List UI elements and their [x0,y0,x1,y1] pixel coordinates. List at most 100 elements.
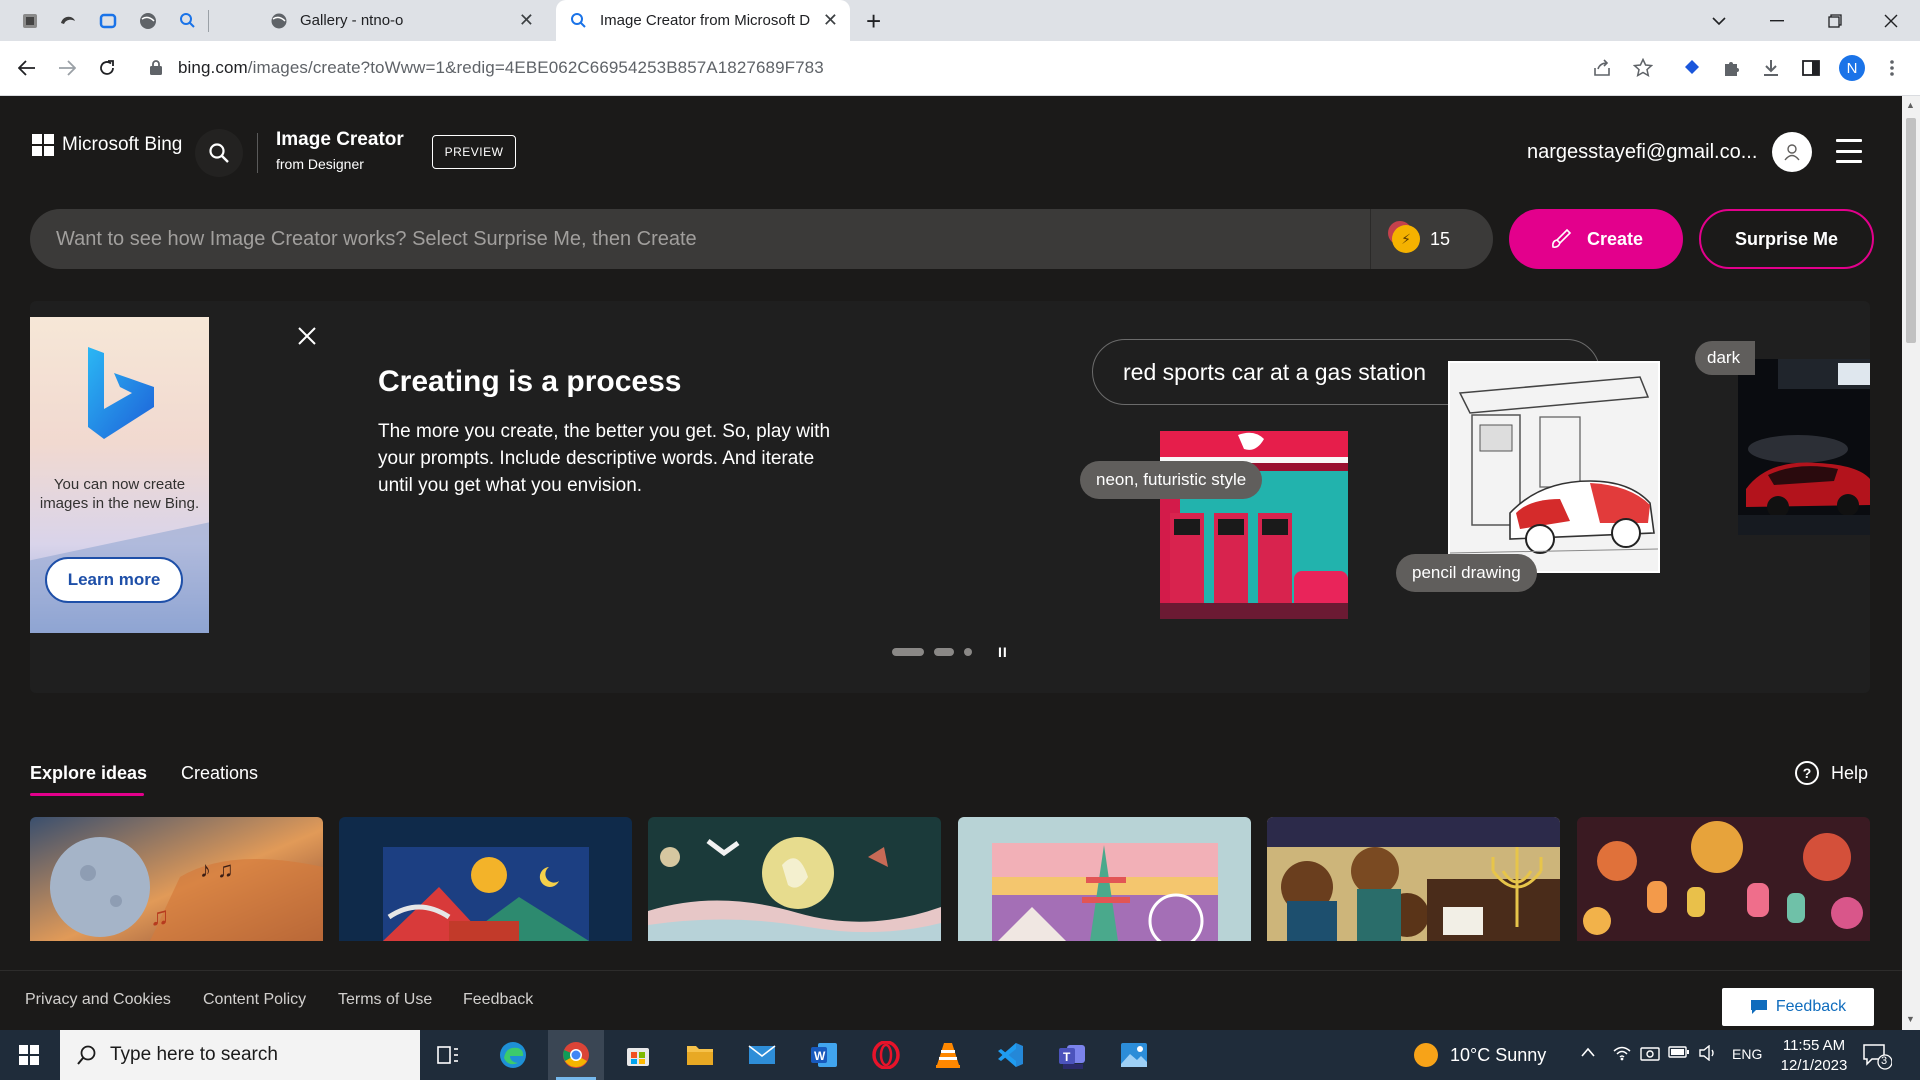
prompt-input[interactable] [56,209,1376,269]
tab-explore-ideas[interactable]: Explore ideas [30,763,147,784]
carousel-dot[interactable] [934,648,954,656]
idea-thumbnail-moon-music[interactable]: ♪ ♫ ♫ [30,817,323,941]
create-button[interactable]: Create [1509,209,1683,269]
notification-count: 3 [1881,1055,1888,1067]
scroll-up-arrow-icon[interactable]: ▲ [1906,100,1915,110]
browser-menu-icon[interactable] [1878,54,1906,82]
battery-icon[interactable] [1668,1045,1690,1063]
chip-neon-style: neon, futuristic style [1080,461,1263,499]
edge-browser-icon[interactable] [485,1030,541,1080]
pinned-tab-icon[interactable] [95,8,121,34]
idea-thumbnail-paper-pagoda[interactable] [958,817,1251,941]
address-bar[interactable]: bing.com/images/create?toWww=1&redig=4EB… [135,48,1595,88]
close-tab-icon[interactable]: ✕ [519,11,534,29]
product-title[interactable]: Image Creator [276,129,404,151]
reload-button[interactable] [93,54,121,82]
chrome-browser-icon[interactable] [548,1030,604,1080]
footer-link-terms[interactable]: Terms of Use [338,991,432,1009]
chip-pencil-drawing: pencil drawing [1396,554,1537,592]
vlc-icon[interactable] [920,1030,976,1080]
footer-link-content-policy[interactable]: Content Policy [203,991,306,1009]
pinned-tab-search-icon[interactable] [175,8,201,34]
carousel-pagination[interactable] [892,648,972,656]
user-avatar[interactable] [1772,132,1812,172]
header-divider [257,133,258,173]
user-email[interactable]: nargesstayefi@gmail.co... [1527,141,1757,164]
taskbar-clock[interactable]: 11:55 AM 12/1/2023 [1776,1036,1852,1076]
idea-thumbnail-lanterns[interactable] [1577,817,1870,941]
lock-icon[interactable] [149,59,163,81]
taskbar-search-box[interactable]: Type here to search [60,1030,420,1080]
prompt-bar: ⚡ 15 [30,209,1493,269]
pinned-tab-icon[interactable] [135,8,161,34]
search-icon [571,12,586,28]
profile-avatar[interactable]: N [1838,54,1866,82]
svg-text:T: T [1063,1050,1071,1064]
footer-link-privacy[interactable]: Privacy and Cookies [25,991,171,1009]
close-tab-icon[interactable]: ✕ [823,11,838,29]
pinned-tab-icon[interactable] [55,8,81,34]
pinned-tab-icon[interactable] [17,8,43,34]
tab-title: Image Creator from Microsoft D [600,12,811,29]
word-icon[interactable]: W [796,1030,852,1080]
file-explorer-icon[interactable] [672,1030,728,1080]
tips-carousel: You can now create images in the new Bin… [30,301,1870,693]
tab-creations[interactable]: Creations [181,763,258,784]
vscode-icon[interactable] [982,1030,1038,1080]
volume-icon[interactable] [1698,1044,1718,1065]
page-scrollbar[interactable]: ▲ ▼ [1902,96,1920,1030]
new-tab-button[interactable]: + [866,6,881,37]
share-icon[interactable] [1588,54,1616,82]
idea-thumbnail-illustrated-menorah[interactable] [1267,817,1560,941]
input-language[interactable]: ENG [1732,1046,1762,1062]
tab-search-dropdown-icon[interactable] [1690,0,1748,41]
carousel-dot[interactable] [964,648,972,656]
tab-image-creator[interactable]: Image Creator from Microsoft D ✕ [556,0,850,41]
minimize-button[interactable] [1748,0,1806,41]
teams-icon[interactable]: T [1044,1030,1100,1080]
close-carousel-icon[interactable] [292,321,322,351]
task-view-icon[interactable] [420,1030,476,1080]
tab-gallery[interactable]: Gallery - ntno-o ✕ [256,0,546,41]
bing-search-button[interactable] [195,129,243,177]
windows-taskbar: Type here to search W T 10°C Sunny ENG 1… [0,1030,1920,1080]
wifi-icon[interactable] [1612,1045,1632,1065]
microsoft-bing-logo[interactable]: Microsoft Bing [32,134,182,156]
opera-icon[interactable] [858,1030,914,1080]
show-hidden-icons-chevron-icon[interactable] [1580,1045,1596,1062]
forward-button[interactable] [53,54,81,82]
meet-now-icon[interactable] [1640,1045,1660,1067]
close-window-button[interactable] [1862,0,1920,41]
bookmark-star-icon[interactable] [1629,54,1657,82]
chip-dark-style: dark [1695,341,1755,375]
url-host: bing.com [178,58,248,77]
scroll-down-arrow-icon[interactable]: ▼ [1906,1014,1915,1024]
feedback-button[interactable]: Feedback [1722,988,1874,1026]
photos-icon[interactable] [1106,1030,1162,1080]
restore-button[interactable] [1806,0,1864,41]
carousel-title: Creating is a process [378,365,682,398]
chat-bubble-icon [1750,1000,1767,1014]
extensions-puzzle-icon[interactable] [1718,54,1746,82]
boost-counter[interactable]: ⚡ 15 [1392,225,1450,253]
download-icon[interactable] [1757,54,1785,82]
surprise-me-button[interactable]: Surprise Me [1699,209,1874,269]
notification-center-icon[interactable]: 3 [1862,1042,1893,1075]
back-button[interactable] [13,54,41,82]
footer-link-feedback[interactable]: Feedback [463,991,533,1009]
start-button[interactable] [0,1030,58,1080]
extension-shield-icon[interactable] [1678,54,1706,82]
help-link[interactable]: ? Help [1795,761,1868,785]
learn-more-button[interactable]: Learn more [45,557,183,603]
hamburger-menu-icon[interactable] [1836,139,1862,163]
idea-thumbnail-wool-night-sky[interactable] [648,817,941,941]
idea-thumbnail-felt-landscape[interactable] [339,817,632,941]
url-path: /images/create?toWww=1&redig=4EBE062C669… [247,58,824,77]
mail-icon[interactable] [734,1030,790,1080]
weather-widget[interactable]: 10°C Sunny [1414,1043,1546,1067]
carousel-dot[interactable] [892,648,924,656]
carousel-pause-button[interactable]: II [998,644,1008,660]
microsoft-store-icon[interactable] [610,1030,666,1080]
scrollbar-thumb[interactable] [1906,118,1916,343]
side-panel-icon[interactable] [1797,54,1825,82]
